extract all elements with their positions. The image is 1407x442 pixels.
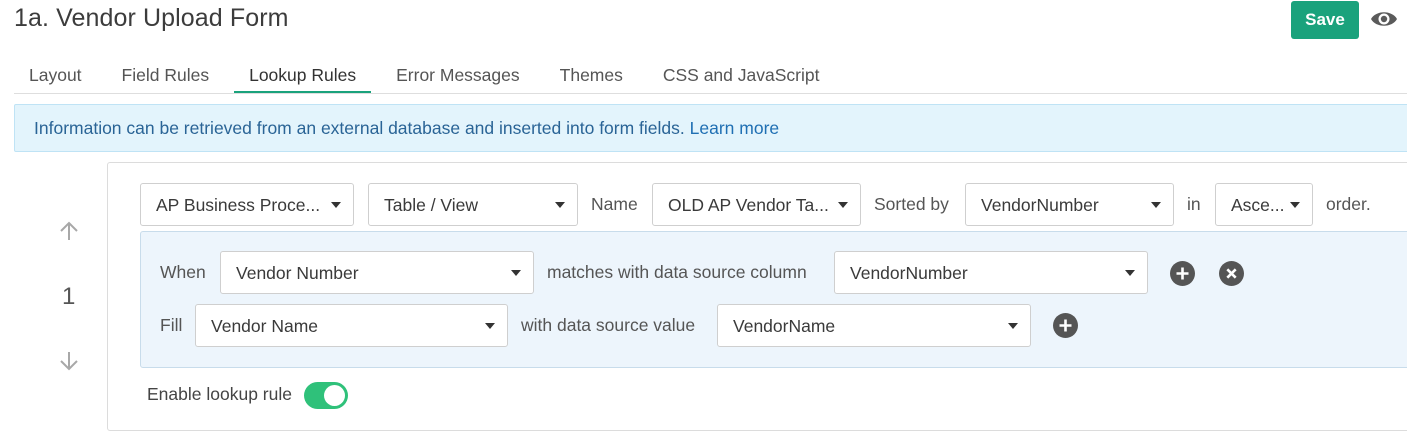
chevron-down-icon [511,270,521,276]
table-name-value: OLD AP Vendor Ta... [668,195,829,215]
tab-themes[interactable]: Themes [560,58,623,94]
matches-label: matches with data source column [547,262,807,282]
sort-column-value: VendorNumber [981,195,1099,215]
chevron-down-icon [1290,202,1300,208]
enable-lookup-label: Enable lookup rule [147,384,292,404]
eye-icon[interactable] [1369,6,1399,32]
plus-icon [1059,319,1072,332]
datasource-value: AP Business Proce... [156,195,321,215]
info-text: Information can be retrieved from an ext… [34,118,779,139]
sort-order-value: Asce... [1231,195,1285,215]
close-icon [1226,268,1237,279]
tab-layout[interactable]: Layout [29,58,82,94]
match-column-value: VendorNumber [850,263,968,283]
remove-condition-button[interactable] [1219,261,1244,286]
sort-order-select[interactable]: Asce... [1215,183,1313,226]
when-label: When [160,262,206,282]
plus-icon [1176,267,1189,280]
toggle-knob [324,385,345,406]
fill-value-value: VendorName [733,316,836,336]
in-label: in [1187,194,1201,214]
name-label: Name [591,194,638,214]
when-field-select[interactable]: Vendor Number [220,251,534,294]
rule-number: 1 [62,283,76,310]
object-type-select[interactable]: Table / View [368,183,578,226]
fill-value-select[interactable]: VendorName [717,304,1031,347]
info-message: Information can be retrieved from an ext… [34,118,685,138]
fill-label: Fill [160,315,183,335]
chevron-down-icon [1008,323,1018,329]
add-fill-button[interactable] [1053,313,1078,338]
order-label: order. [1326,194,1371,214]
chevron-down-icon [555,202,565,208]
tab-css-javascript[interactable]: CSS and JavaScript [663,58,820,94]
page-title: 1a. Vendor Upload Form [14,4,289,32]
chevron-down-icon [838,202,848,208]
table-name-select[interactable]: OLD AP Vendor Ta... [652,183,861,226]
tab-error-messages[interactable]: Error Messages [396,58,520,94]
info-banner: Information can be retrieved from an ext… [14,104,1407,152]
tab-lookup-rules[interactable]: Lookup Rules [234,58,372,94]
learn-more-link[interactable]: Learn more [690,118,780,138]
enable-lookup-toggle[interactable] [304,382,348,409]
with-value-label: with data source value [521,315,696,335]
sort-column-select[interactable]: VendorNumber [965,183,1174,226]
sorted-by-label: Sorted by [874,194,949,214]
move-up-icon[interactable] [58,220,80,242]
when-field-value: Vendor Number [236,263,359,283]
fill-field-value: Vendor Name [211,316,319,336]
tab-bar: Layout Field Rules Lookup Rules Error Me… [14,58,819,94]
add-condition-button[interactable] [1170,261,1195,286]
chevron-down-icon [331,202,341,208]
object-type-value: Table / View [384,195,479,215]
chevron-down-icon [485,323,495,329]
save-button[interactable]: Save [1291,1,1359,39]
datasource-select[interactable]: AP Business Proce... [140,183,354,226]
move-down-icon[interactable] [58,350,80,372]
fill-field-select[interactable]: Vendor Name [195,304,508,347]
match-column-select[interactable]: VendorNumber [834,251,1148,294]
chevron-down-icon [1125,270,1135,276]
tab-field-rules[interactable]: Field Rules [122,58,210,94]
tabs-divider [14,93,1407,94]
chevron-down-icon [1151,202,1161,208]
